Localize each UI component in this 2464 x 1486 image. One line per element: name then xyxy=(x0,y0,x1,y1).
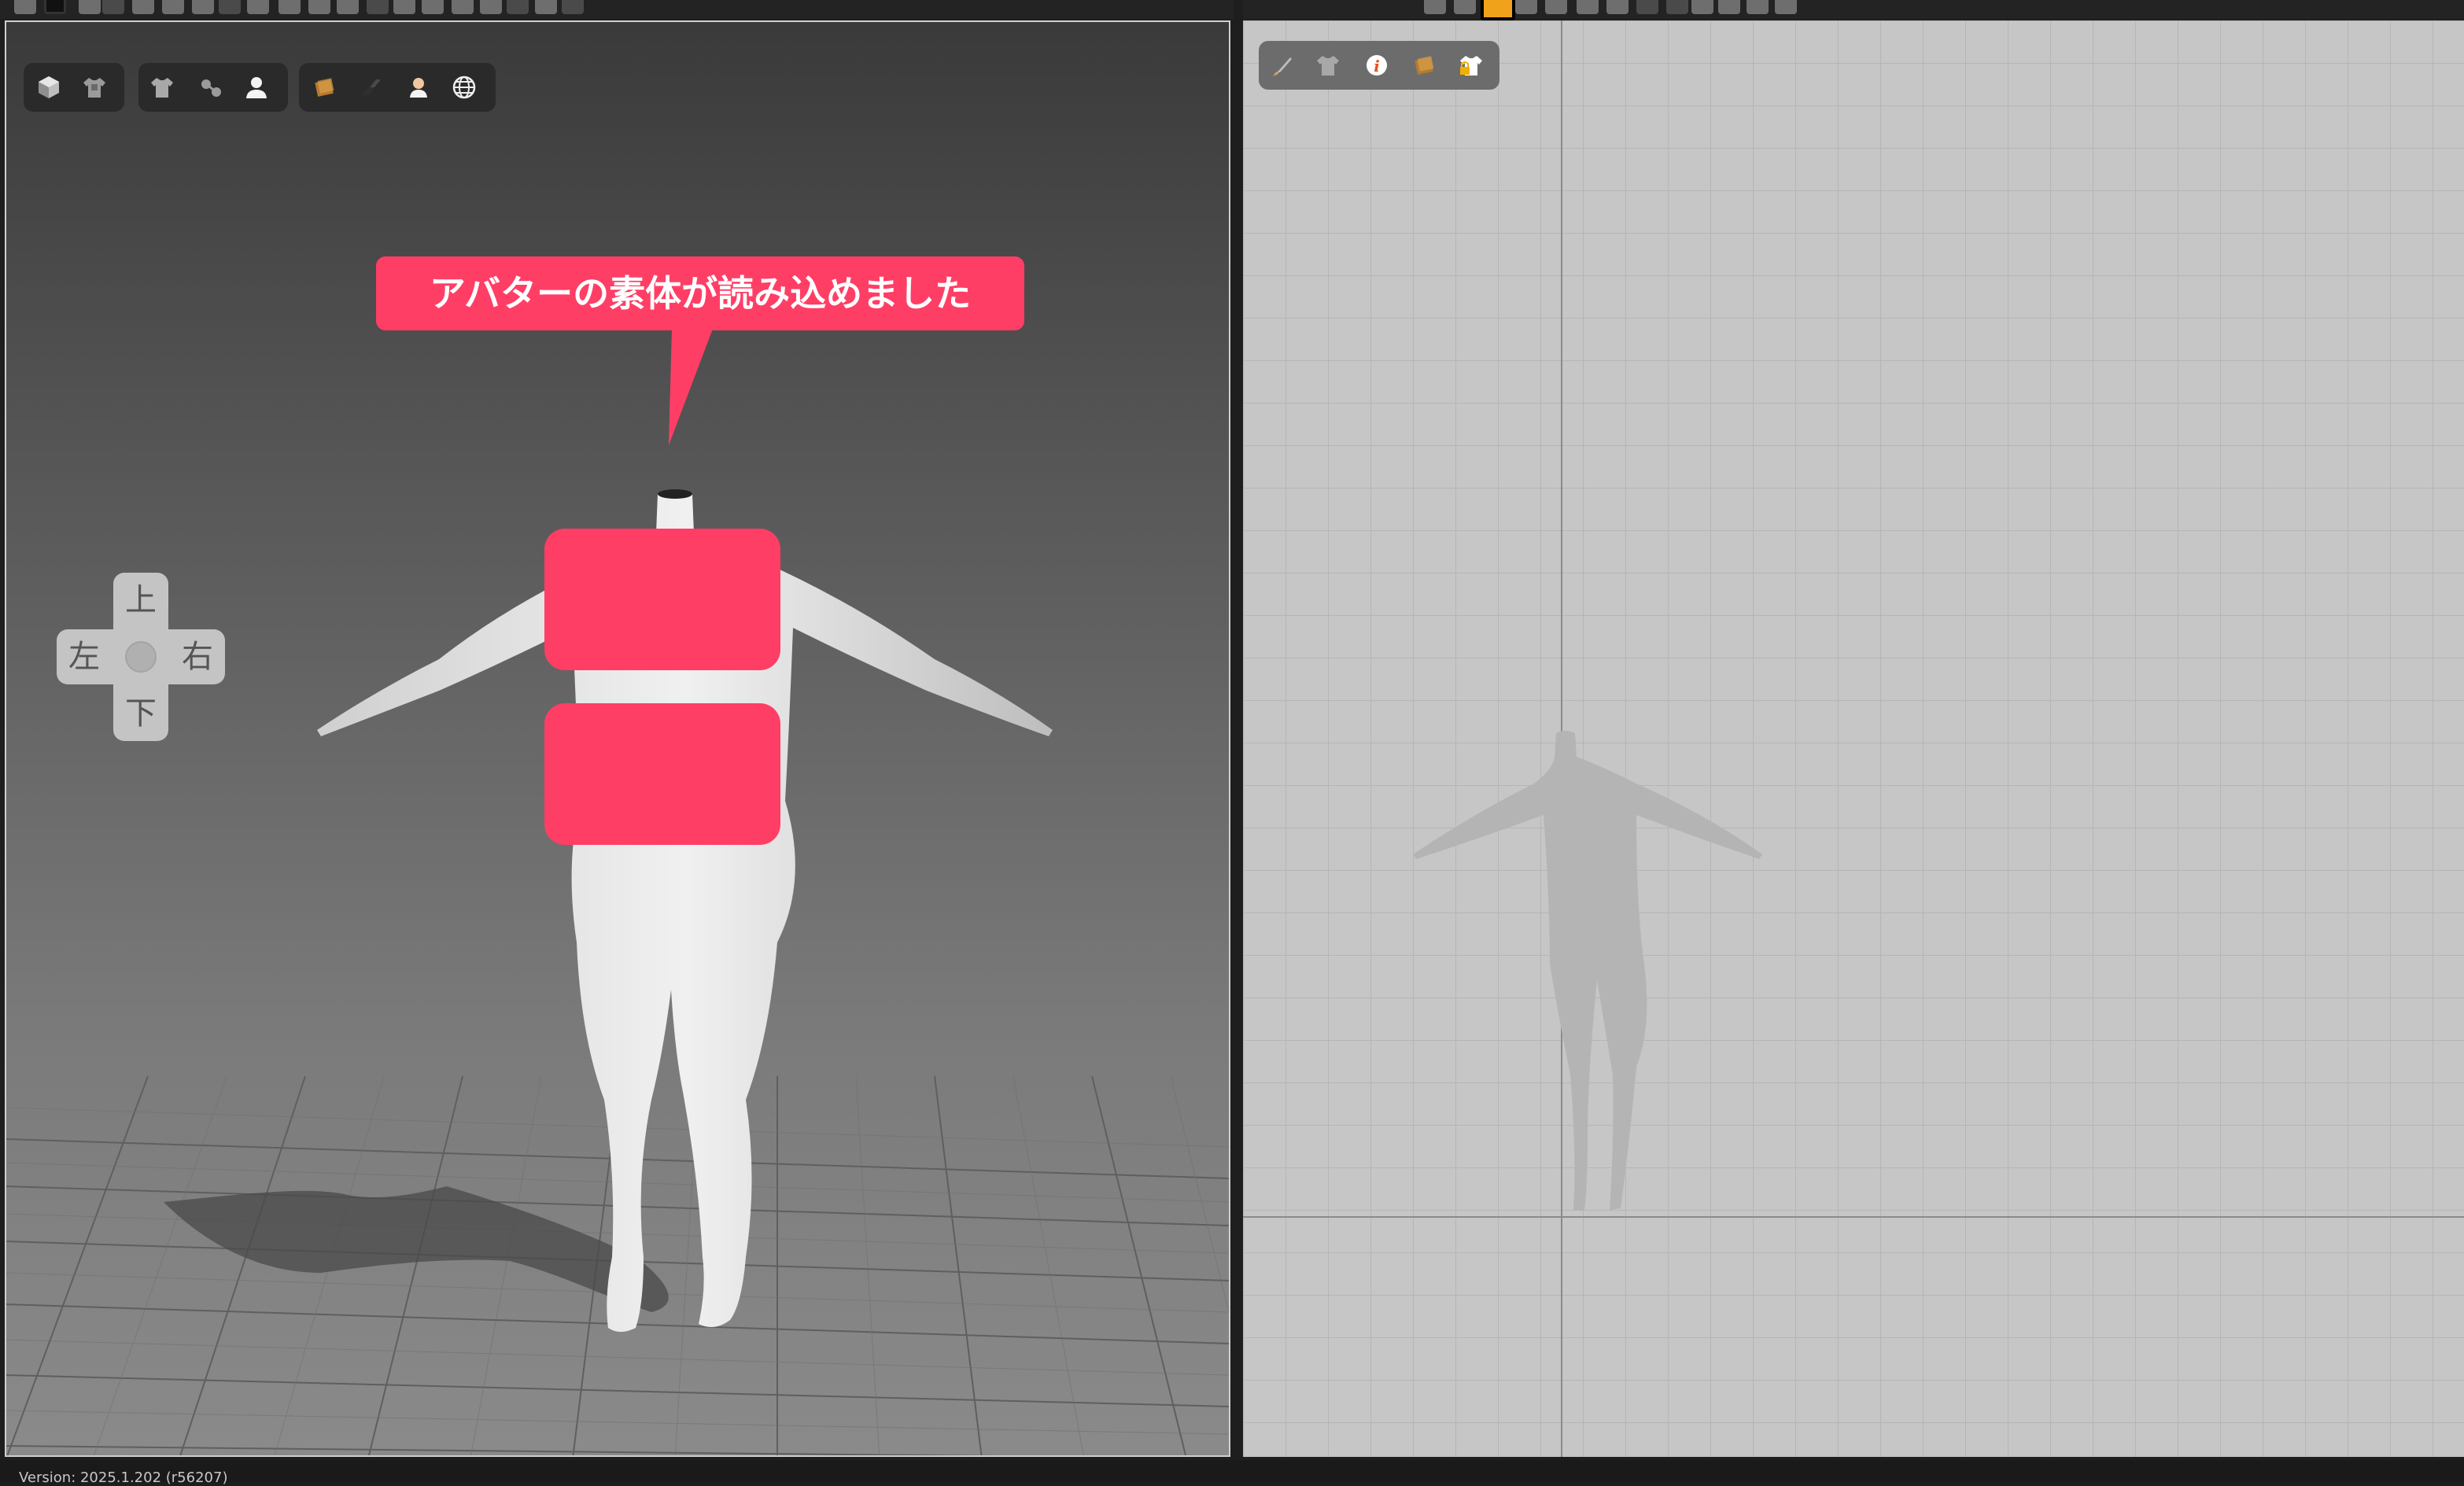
segment-sewing-icon[interactable] xyxy=(1691,0,1713,14)
nav-left-button[interactable]: 左 xyxy=(57,629,112,684)
pin-tool-icon[interactable] xyxy=(247,0,269,14)
brush-icon[interactable] xyxy=(1268,51,1297,79)
version-label: Version: 2025.1.202 (r56207) xyxy=(19,1469,228,1486)
lock-shirt-icon[interactable] xyxy=(1457,51,1485,79)
free-sewing-icon[interactable] xyxy=(1718,0,1740,14)
sewing-tool-icon[interactable] xyxy=(102,0,124,14)
svg-text:i: i xyxy=(1374,57,1380,76)
internal-line-icon[interactable] xyxy=(1636,0,1658,14)
texture-icon[interactable] xyxy=(310,73,338,101)
camera-nav-pad: 上 下 左 右 xyxy=(57,573,225,741)
nav-down-button[interactable]: 下 xyxy=(113,686,168,741)
viewport-3d[interactable]: アバターの素体が読み込めました 上 下 左 右 xyxy=(5,20,1230,1457)
sync-icon[interactable] xyxy=(1775,0,1797,14)
arrange-tool-icon[interactable] xyxy=(192,0,214,14)
transform-tool-icon[interactable] xyxy=(308,0,330,14)
dart-icon[interactable] xyxy=(1577,0,1599,14)
zipper-tool-icon[interactable] xyxy=(422,0,444,14)
polygon-icon[interactable] xyxy=(1545,0,1567,14)
cube-icon[interactable] xyxy=(35,73,63,101)
edit-tool-icon[interactable] xyxy=(278,0,301,14)
active-tool-icon[interactable] xyxy=(44,0,66,14)
pattern-tool-icon[interactable] xyxy=(219,0,241,14)
texture-icon[interactable] xyxy=(1410,51,1438,79)
viewport-2d[interactable]: i xyxy=(1243,20,2464,1457)
active-pattern-tool-icon[interactable] xyxy=(1481,0,1515,20)
info-icon[interactable]: i xyxy=(1363,51,1391,79)
globe-icon[interactable] xyxy=(450,73,478,101)
texture-tool-icon[interactable] xyxy=(367,0,389,14)
nav-up-button[interactable]: 上 xyxy=(113,573,168,628)
main-toolbar-3d xyxy=(0,0,1234,19)
measure-tool-icon[interactable] xyxy=(507,0,529,14)
render-toolbar xyxy=(299,63,496,112)
nav-center-button[interactable] xyxy=(125,641,157,673)
censor-block-hip xyxy=(544,703,780,845)
pattern-view-toolbar: i xyxy=(1259,41,1499,90)
main-toolbar-2d xyxy=(1243,0,2464,20)
trace-icon[interactable] xyxy=(1606,0,1629,14)
avatar-icon[interactable] xyxy=(242,73,271,101)
display-mode-toolbar xyxy=(24,63,124,112)
shirt-icon[interactable] xyxy=(148,73,176,101)
rectangle-icon[interactable] xyxy=(1515,0,1537,14)
skin-icon[interactable] xyxy=(404,73,433,101)
select-tool-icon[interactable] xyxy=(14,0,36,14)
move-tool-icon[interactable] xyxy=(79,0,101,14)
select-pattern-icon[interactable] xyxy=(1424,0,1446,14)
edit-pattern-icon[interactable] xyxy=(1454,0,1476,14)
notification-bubble: アバターの素体が読み込めました xyxy=(376,256,1024,330)
tuck-tool-icon[interactable] xyxy=(337,0,359,14)
button-tool-icon[interactable] xyxy=(393,0,415,14)
shadow-icon[interactable] xyxy=(357,73,385,101)
notch-icon[interactable] xyxy=(1666,0,1688,14)
notification-bubble-tail xyxy=(669,329,713,445)
nav-right-button[interactable]: 右 xyxy=(170,629,225,684)
garment-texture-icon[interactable] xyxy=(80,73,109,101)
simulate-tool-icon[interactable] xyxy=(132,0,154,14)
tape-tool-icon[interactable] xyxy=(452,0,474,14)
status-bar: Version: 2025.1.202 (r56207) xyxy=(0,1460,2464,1486)
garment-avatar-toolbar xyxy=(138,63,288,112)
censor-block-chest xyxy=(544,529,780,670)
seam-check-icon[interactable] xyxy=(1747,0,1769,14)
trim-tool-icon[interactable] xyxy=(480,0,502,14)
graphic-tool-icon[interactable] xyxy=(535,0,557,14)
shirt-icon[interactable] xyxy=(1314,51,1342,79)
wind-tool-icon[interactable] xyxy=(562,0,584,14)
fold-tool-icon[interactable] xyxy=(162,0,184,14)
pins-icon[interactable] xyxy=(197,73,225,101)
avatar-silhouette xyxy=(1413,731,1762,1210)
